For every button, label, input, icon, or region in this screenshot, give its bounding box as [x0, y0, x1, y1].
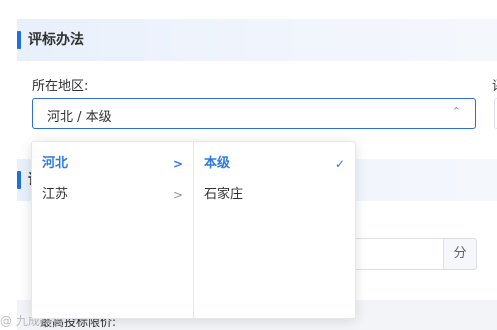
- option-label: 本级: [204, 156, 231, 171]
- chevron-right-icon: >: [172, 188, 183, 202]
- cascader-dropdown: 河北 > 江苏 > 本级 ✓ 石家庄: [31, 141, 356, 319]
- section-title: 评标办法: [28, 32, 84, 48]
- region-cascader-value: 河北 / 本级: [47, 110, 112, 125]
- check-icon: ✓: [334, 157, 345, 171]
- cascader-panel-city: 本级 ✓ 石家庄: [194, 142, 355, 318]
- section-accent-bar: [17, 171, 21, 189]
- region-label: 所在地区:: [32, 79, 89, 94]
- cascader-option-hebei[interactable]: 河北 >: [32, 148, 193, 180]
- option-label: 河北: [42, 156, 69, 171]
- score-input[interactable]: [350, 238, 446, 270]
- cascader-option-benji[interactable]: 本级 ✓: [194, 148, 355, 180]
- cascader-option-jiangsu[interactable]: 江苏 >: [32, 179, 193, 211]
- option-label: 江苏: [42, 187, 69, 202]
- option-label: 石家庄: [204, 187, 244, 202]
- next-field-label: 评: [492, 79, 497, 95]
- cascader-option-shijiazhuang[interactable]: 石家庄: [194, 179, 355, 211]
- score-unit: 分: [443, 238, 477, 270]
- section-header-evaluation-method: 评标办法: [17, 19, 497, 61]
- region-cascader[interactable]: 河北 / 本级 ⌃: [32, 98, 476, 129]
- chevron-up-icon: ⌃: [451, 105, 461, 118]
- chevron-right-icon: >: [172, 157, 183, 171]
- section-accent-bar: [17, 31, 21, 49]
- page: 评标办法 所在地区: 评 河北 / 本级 ⌃ 评 分 最高投标限价: @ 九成科…: [0, 0, 497, 330]
- cascader-panel-province: 河北 > 江苏 >: [32, 142, 194, 318]
